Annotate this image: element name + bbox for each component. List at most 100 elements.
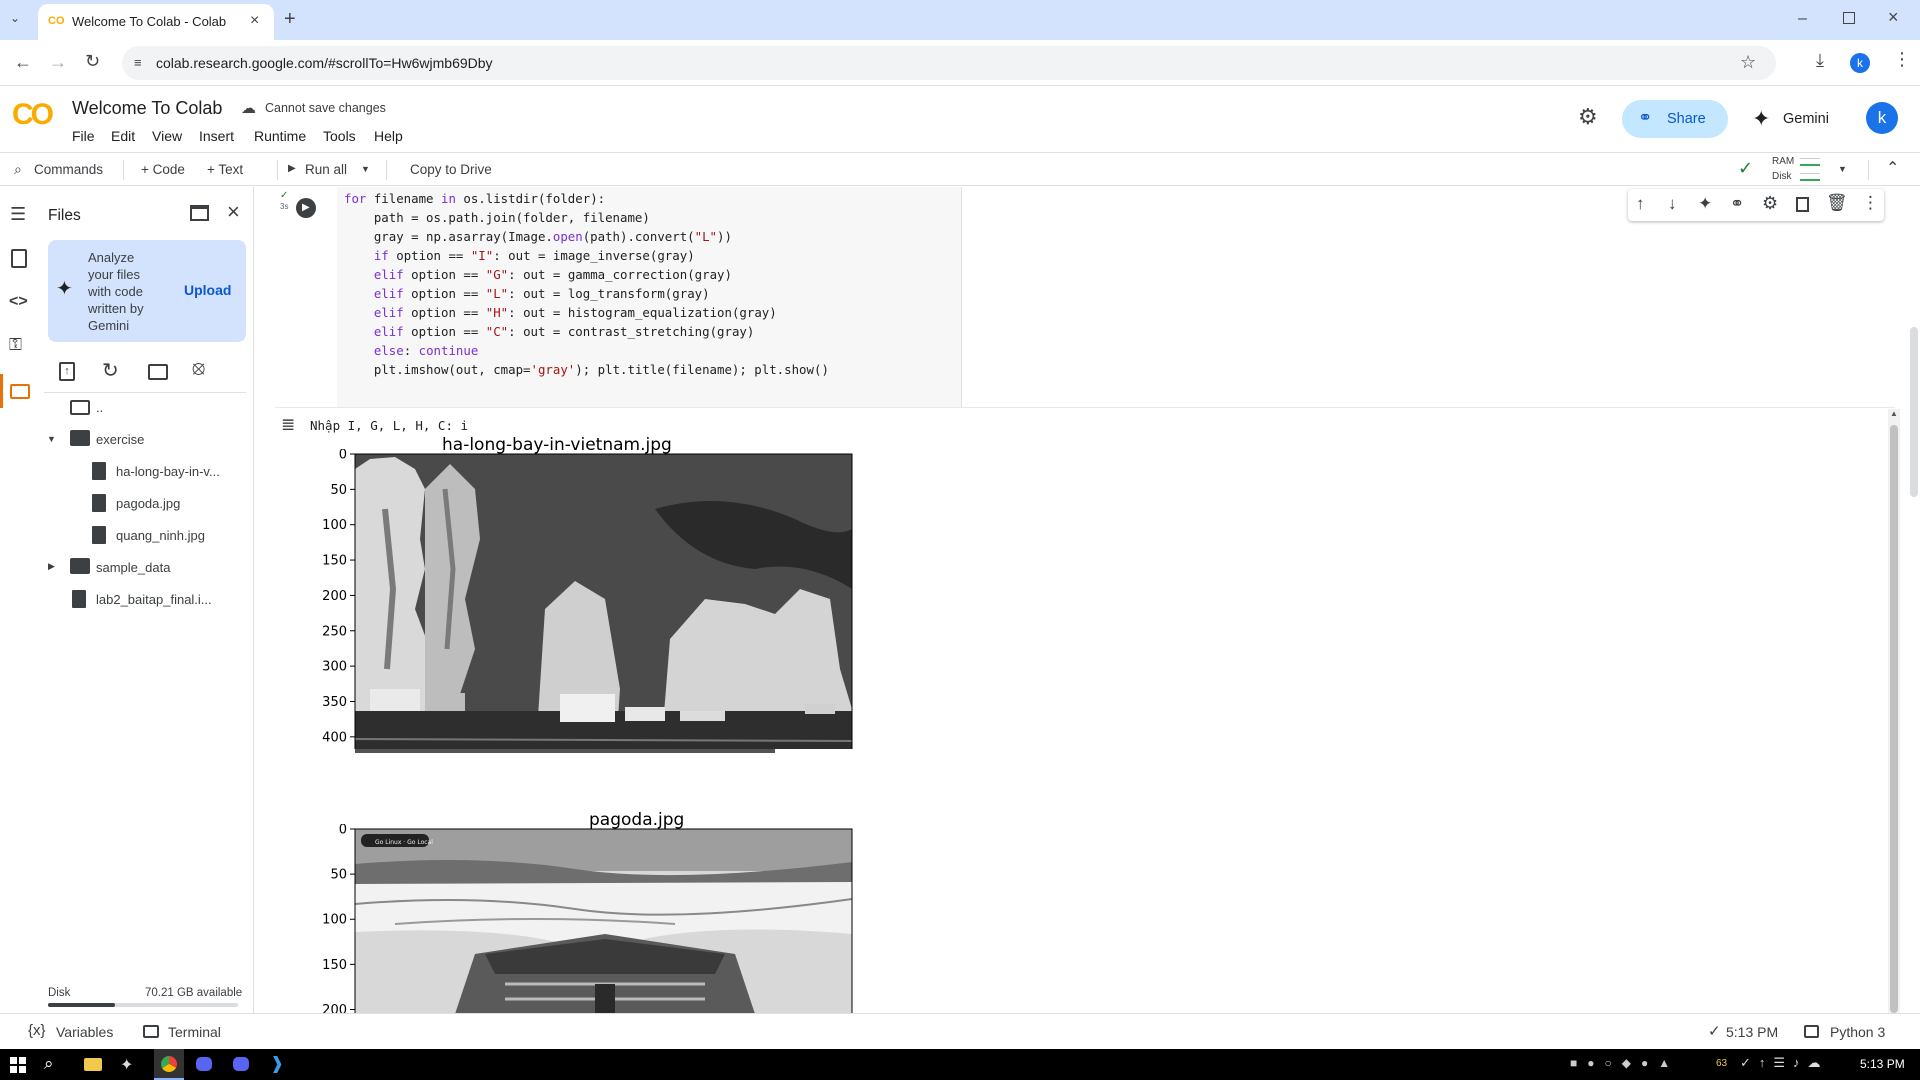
tab-close-icon[interactable]: × [250, 12, 259, 30]
add-code-button[interactable]: + Code [141, 162, 185, 177]
vscode-icon[interactable]: ❱ [270, 1054, 284, 1074]
output-scrollbar[interactable]: ▲ [1888, 409, 1900, 1013]
resources-dropdown-icon[interactable]: ▼ [1838, 164, 1847, 174]
add-text-button[interactable]: + Text [207, 162, 243, 177]
more-options-icon[interactable]: ⋮ [1862, 193, 1879, 213]
reload-icon[interactable]: ↻ [85, 51, 100, 72]
menu-tools[interactable]: Tools [323, 128, 356, 144]
output-actions-icon[interactable]: ≣ [281, 415, 295, 435]
code-line: elif option == "H": out = histogram_equa… [337, 303, 961, 322]
file-icon [92, 526, 106, 544]
account-avatar[interactable]: k [1866, 102, 1898, 134]
url-bar[interactable]: ≡ colab.research.google.com/#scrollTo=Hw… [122, 46, 1776, 80]
refresh-icon[interactable]: ↻ [102, 358, 119, 383]
tree-label: ha-long-bay-in-v... [116, 464, 220, 479]
taskbar-clock[interactable]: 5:13 PM [1860, 1057, 1905, 1071]
notebook-scrollbar[interactable] [1908, 187, 1920, 1013]
restore-icon[interactable] [1843, 12, 1855, 24]
minimize-icon[interactable]: – [1798, 10, 1807, 28]
close-window-icon[interactable]: × [1888, 7, 1899, 28]
code-editor[interactable]: for filename in os.listdir(folder): path… [337, 187, 962, 407]
menu-edit[interactable]: Edit [111, 128, 135, 144]
browser-menu-icon[interactable]: ⋮ [1893, 49, 1911, 70]
browser-tab[interactable]: CO Welcome To Colab - Colab × [38, 4, 274, 40]
ram-meter[interactable] [1800, 158, 1820, 166]
run-all-dropdown-icon[interactable]: ▼ [361, 164, 370, 174]
menu-runtime[interactable]: Runtime [254, 128, 306, 144]
code-line: plt.imshow(out, cmap='gray'); plt.title(… [337, 360, 961, 379]
menu-insert[interactable]: Insert [199, 128, 234, 144]
file-icon [72, 590, 86, 608]
windows-start-icon[interactable] [10, 1057, 26, 1073]
secrets-key-icon[interactable]: ⚿ [9, 335, 22, 355]
share-button[interactable]: ⚭ Share [1622, 100, 1728, 138]
tab-list-chevron-icon[interactable]: ⌄ [10, 11, 20, 25]
menu-view[interactable]: View [152, 128, 182, 144]
mount-drive-icon[interactable] [148, 364, 168, 380]
code-token: os.listdir(folder): [463, 191, 606, 206]
commands-button[interactable]: Commands [34, 162, 103, 177]
runtime-label[interactable]: Python 3 [1830, 1024, 1885, 1040]
tray-icons[interactable]: ■●○◆●▲ [1570, 1056, 1680, 1070]
app-icon[interactable]: ✦ [120, 1055, 133, 1075]
open-in-tab-icon[interactable] [190, 205, 209, 221]
chevron-right-icon[interactable]: ▶ [48, 561, 55, 572]
last-exec-time[interactable]: 5:13 PM [1726, 1024, 1778, 1040]
copy-to-drive-button[interactable]: Copy to Drive [410, 162, 492, 177]
win-logo-square [10, 1066, 17, 1073]
discord-icon[interactable] [196, 1057, 212, 1071]
notebook-title[interactable]: Welcome To Colab [72, 98, 222, 119]
gemini-label: Gemini [1783, 111, 1829, 127]
find-replace-icon[interactable] [11, 249, 27, 268]
move-up-icon[interactable]: ↑ [1636, 194, 1645, 214]
mirror-cell-icon[interactable] [1796, 197, 1809, 212]
back-icon[interactable]: ← [14, 52, 32, 73]
discord-icon[interactable] [233, 1057, 249, 1071]
search-icon[interactable]: ⌕ [44, 1054, 54, 1074]
link-icon[interactable]: ⚭ [1730, 194, 1744, 214]
code-snippets-icon[interactable]: <> [9, 293, 28, 311]
colab-favicon-icon: CO [48, 15, 65, 27]
cell-settings-gear-icon[interactable]: ⚙ [1762, 193, 1778, 214]
settings-gear-icon[interactable]: ⚙ [1578, 104, 1598, 130]
disk-meter[interactable] [1800, 173, 1820, 181]
site-info-icon[interactable]: ≡ [134, 55, 142, 70]
colab-logo[interactable]: CO [12, 98, 54, 132]
file-explorer-icon[interactable] [84, 1058, 102, 1071]
gemini-sparkle-icon[interactable]: ✦ [1698, 194, 1712, 214]
gemini-promo-card[interactable]: ✦ Analyze your files with code written b… [48, 240, 246, 342]
terminal-button[interactable]: Terminal [168, 1024, 221, 1040]
scrollbar-thumb[interactable] [1890, 425, 1898, 1013]
forward-icon[interactable]: → [49, 52, 67, 73]
hide-files-eye-icon[interactable]: ⦻ [192, 357, 205, 380]
menu-file[interactable]: File [72, 128, 95, 144]
delete-icon[interactable]: 🗑 [1826, 193, 1848, 213]
win-logo-square [19, 1057, 26, 1064]
run-cell-button[interactable]: ▶ [296, 198, 316, 218]
code-token: for [344, 191, 374, 206]
downloads-icon[interactable]: ⤓ [1816, 50, 1824, 71]
code-cell[interactable]: ✓ 3s ▶ for filename in os.listdir(folder… [275, 187, 1915, 407]
close-panel-icon[interactable]: × [227, 199, 240, 225]
collapse-header-icon[interactable]: ⌃ [1886, 158, 1899, 178]
tree-label: .. [96, 400, 104, 415]
chrome-icon[interactable] [154, 1049, 184, 1080]
run-all-button[interactable]: Run all [305, 162, 347, 177]
upload-file-icon[interactable]: ↑ [59, 362, 75, 381]
table-of-contents-icon[interactable]: ☰ [10, 204, 26, 225]
save-status[interactable]: Cannot save changes [265, 101, 386, 115]
system-icons[interactable]: ✓↑☰♪☁ [1740, 1055, 1829, 1071]
scrollbar-thumb[interactable] [1910, 327, 1918, 497]
profile-avatar[interactable]: k [1850, 53, 1870, 73]
gemini-button[interactable]: ✦ Gemini [1750, 100, 1840, 138]
upload-link[interactable]: Upload [184, 282, 231, 298]
variables-button[interactable]: Variables [56, 1024, 113, 1040]
files-folder-icon[interactable] [0, 374, 40, 408]
menu-help[interactable]: Help [374, 128, 403, 144]
move-down-icon[interactable]: ↓ [1668, 194, 1677, 214]
win-logo-square [10, 1057, 17, 1064]
new-tab-icon[interactable]: + [284, 8, 296, 31]
bookmark-star-icon[interactable]: ☆ [1740, 52, 1756, 73]
ram-label: RAM [1772, 156, 1795, 167]
chevron-down-icon[interactable]: ▼ [47, 434, 56, 444]
